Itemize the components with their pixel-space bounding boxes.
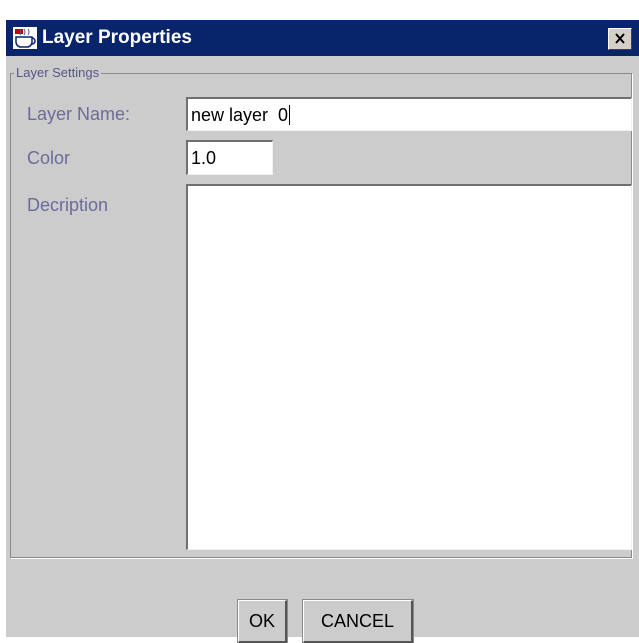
color-input[interactable]: 1.0	[186, 140, 273, 175]
description-label: Decription	[27, 195, 109, 215]
layer-name-input[interactable]: new layer 0	[186, 97, 632, 131]
title-bar[interactable]: Layer Properties	[6, 20, 639, 56]
layer-name-label: Layer Name:	[27, 104, 131, 124]
layer-settings-legend: Layer Settings	[14, 64, 102, 81]
color-label: Color	[27, 148, 71, 168]
java-cup-icon	[13, 27, 37, 49]
text-caret	[289, 105, 291, 125]
layer-name-value: new layer 0	[191, 105, 289, 125]
close-button[interactable]	[608, 28, 632, 50]
color-value: 1.0	[191, 148, 217, 168]
window-title: Layer Properties	[42, 27, 192, 48]
description-textarea[interactable]	[186, 184, 632, 550]
layer-properties-dialog: Layer Properties Layer Settings Layer Na…	[6, 20, 639, 643]
close-x-icon	[615, 33, 625, 44]
